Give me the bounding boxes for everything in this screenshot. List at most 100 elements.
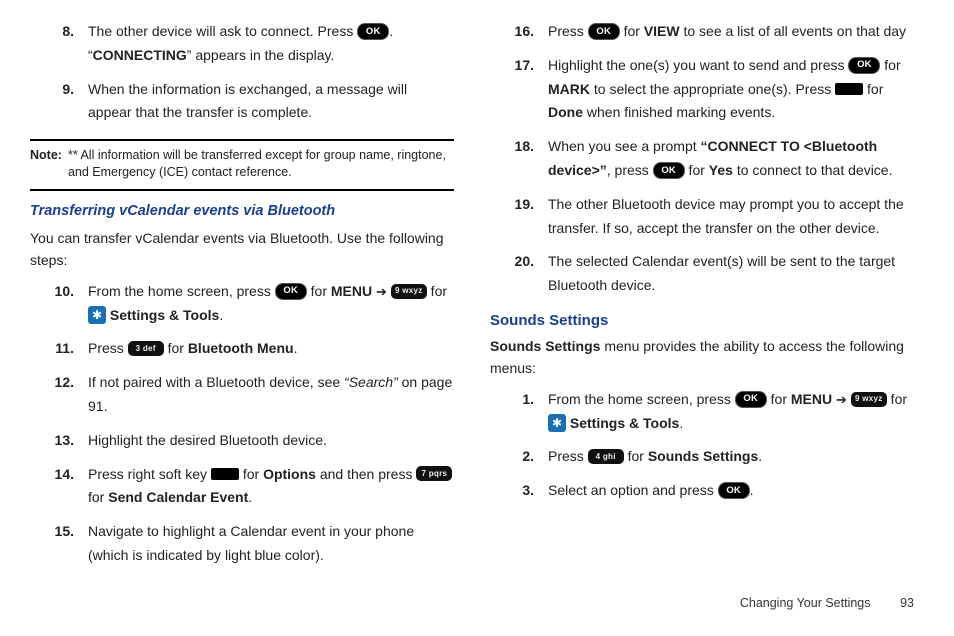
- text-fragment: MARK: [548, 81, 590, 97]
- text-fragment: for: [767, 391, 791, 407]
- phone-key-icon: 3 def: [128, 341, 164, 356]
- text-fragment: Sounds Settings: [490, 338, 600, 354]
- item-number: 2.: [490, 445, 534, 469]
- footer-section: Changing Your Settings: [740, 596, 871, 610]
- text-fragment: for: [880, 57, 900, 73]
- text-fragment: when finished marking events.: [583, 104, 775, 120]
- text-fragment: for: [620, 23, 644, 39]
- list-item: 10. From the home screen, press OK for ME…: [30, 280, 454, 328]
- softkey-icon: [211, 468, 239, 480]
- item-number: 15.: [30, 520, 74, 544]
- text-fragment: If not paired with a Bluetooth device, s…: [88, 374, 344, 390]
- text-fragment: to see a list of all events on that day: [680, 23, 906, 39]
- text-fragment: , press: [607, 162, 653, 178]
- text-fragment: Select an option and press: [548, 482, 718, 498]
- item-number: 20.: [490, 250, 534, 274]
- list-item: 15. Navigate to highlight a Calendar even…: [30, 520, 454, 568]
- item-number: 16.: [490, 20, 534, 44]
- text-fragment: When you see a prompt: [548, 138, 701, 154]
- item-number: 9.: [30, 78, 74, 102]
- text-fragment: ➔: [376, 284, 387, 299]
- list-left-top: 8. The other device will ask to connect. …: [30, 20, 454, 125]
- text-fragment: ” appears in the display.: [187, 47, 335, 63]
- text-fragment: to select the appropriate one(s). Press: [590, 81, 835, 97]
- text-fragment: When the information is exchanged, a mes…: [88, 81, 407, 121]
- page-content: 8. The other device will ask to connect. …: [0, 0, 954, 592]
- ok-icon: OK: [653, 162, 685, 179]
- note-rule-top: [30, 139, 454, 141]
- text-fragment: Press: [88, 340, 128, 356]
- sounds-paragraph: Sounds Settings menu provides the abilit…: [490, 335, 914, 380]
- item-number: 8.: [30, 20, 74, 44]
- text-fragment: for: [887, 391, 907, 407]
- text-fragment: Send Calendar Event: [108, 489, 248, 505]
- list-right-bottom: 1.From the home screen, press OK for MEN…: [490, 388, 914, 503]
- right-column: 16. Press OK for VIEW to see a list of al…: [490, 20, 914, 582]
- item-number: 14.: [30, 463, 74, 487]
- left-column: 8. The other device will ask to connect. …: [30, 20, 454, 582]
- text-fragment: Options: [263, 466, 316, 482]
- item-body: When you see a prompt “CONNECT TO <Bluet…: [548, 135, 914, 183]
- note-row: Note: ** All information will be transfe…: [30, 145, 454, 183]
- item-body: Select an option and press OK.: [548, 479, 914, 503]
- ok-icon: OK: [357, 23, 389, 40]
- list-item: 11. Press 3 def for Bluetooth Menu.: [30, 337, 454, 361]
- text-fragment: for: [863, 81, 883, 97]
- text-fragment: From the home screen, press: [548, 391, 735, 407]
- list-item: 1.From the home screen, press OK for MEN…: [490, 388, 914, 436]
- list-right-top: 16. Press OK for VIEW to see a list of al…: [490, 20, 914, 298]
- gear-icon: [548, 414, 566, 432]
- text-fragment: .: [219, 307, 223, 323]
- phone-key-icon: 4 ghi: [588, 449, 624, 464]
- text-fragment: for: [164, 340, 188, 356]
- item-body: Press 3 def for Bluetooth Menu.: [88, 337, 454, 361]
- item-body: The other device will ask to connect. Pr…: [88, 20, 454, 68]
- item-body: If not paired with a Bluetooth device, s…: [88, 371, 454, 419]
- phone-key-icon: 7 pqrs: [416, 466, 452, 481]
- item-number: 12.: [30, 371, 74, 395]
- ok-icon: OK: [848, 57, 880, 74]
- text-fragment: CONNECTING: [93, 47, 187, 63]
- list-item: 8. The other device will ask to connect. …: [30, 20, 454, 68]
- text-fragment: for: [88, 489, 108, 505]
- item-body: Highlight the one(s) you want to send an…: [548, 54, 914, 125]
- list-item: 14.Press right soft key for Options and …: [30, 463, 454, 511]
- text-fragment: Bluetooth Menu: [188, 340, 294, 356]
- subheading-transfer: Transferring vCalendar events via Blueto…: [30, 203, 454, 219]
- item-body: Press 4 ghi for Sounds Settings.: [548, 445, 914, 469]
- text-fragment: The selected Calendar event(s) will be s…: [548, 253, 895, 293]
- text-fragment: for: [239, 466, 263, 482]
- heading-sounds: Sounds Settings: [490, 312, 914, 329]
- text-fragment: Press: [548, 448, 588, 464]
- text-fragment: MENU: [331, 283, 372, 299]
- item-number: 19.: [490, 193, 534, 217]
- item-number: 11.: [30, 337, 74, 361]
- item-number: 10.: [30, 280, 74, 304]
- text-fragment: Yes: [709, 162, 733, 178]
- item-body: Highlight the desired Bluetooth device.: [88, 429, 454, 453]
- phone-key-icon: 9 wxyz: [391, 284, 427, 299]
- list-item: 17. Highlight the one(s) you want to send…: [490, 54, 914, 125]
- ok-icon: OK: [718, 482, 750, 499]
- text-fragment: for: [427, 283, 447, 299]
- lead-paragraph: You can transfer vCalendar events via Bl…: [30, 227, 454, 272]
- item-body: Press OK for VIEW to see a list of all e…: [548, 20, 914, 44]
- item-number: 17.: [490, 54, 534, 78]
- item-number: 1.: [490, 388, 534, 412]
- item-body: From the home screen, press OK for MENU …: [88, 280, 454, 328]
- list-item: 9. When the information is exchanged, a m…: [30, 78, 454, 126]
- text-fragment: “Search”: [344, 374, 398, 390]
- list-left-bottom: 10. From the home screen, press OK for ME…: [30, 280, 454, 568]
- softkey-icon: [835, 83, 863, 95]
- text-fragment: Press: [548, 23, 588, 39]
- text-fragment: Settings & Tools: [110, 307, 219, 323]
- text-fragment: Navigate to highlight a Calendar event i…: [88, 523, 414, 563]
- text-fragment: for: [685, 162, 709, 178]
- list-item: 20. The selected Calendar event(s) will b…: [490, 250, 914, 298]
- page-footer: Changing Your Settings 93: [0, 592, 954, 624]
- footer-page-number: 93: [874, 596, 914, 610]
- ok-icon: OK: [275, 283, 307, 300]
- note-text: ** All information will be transferred e…: [68, 147, 454, 181]
- phone-key-icon: 9 wxyz: [851, 392, 887, 407]
- item-body: Navigate to highlight a Calendar event i…: [88, 520, 454, 568]
